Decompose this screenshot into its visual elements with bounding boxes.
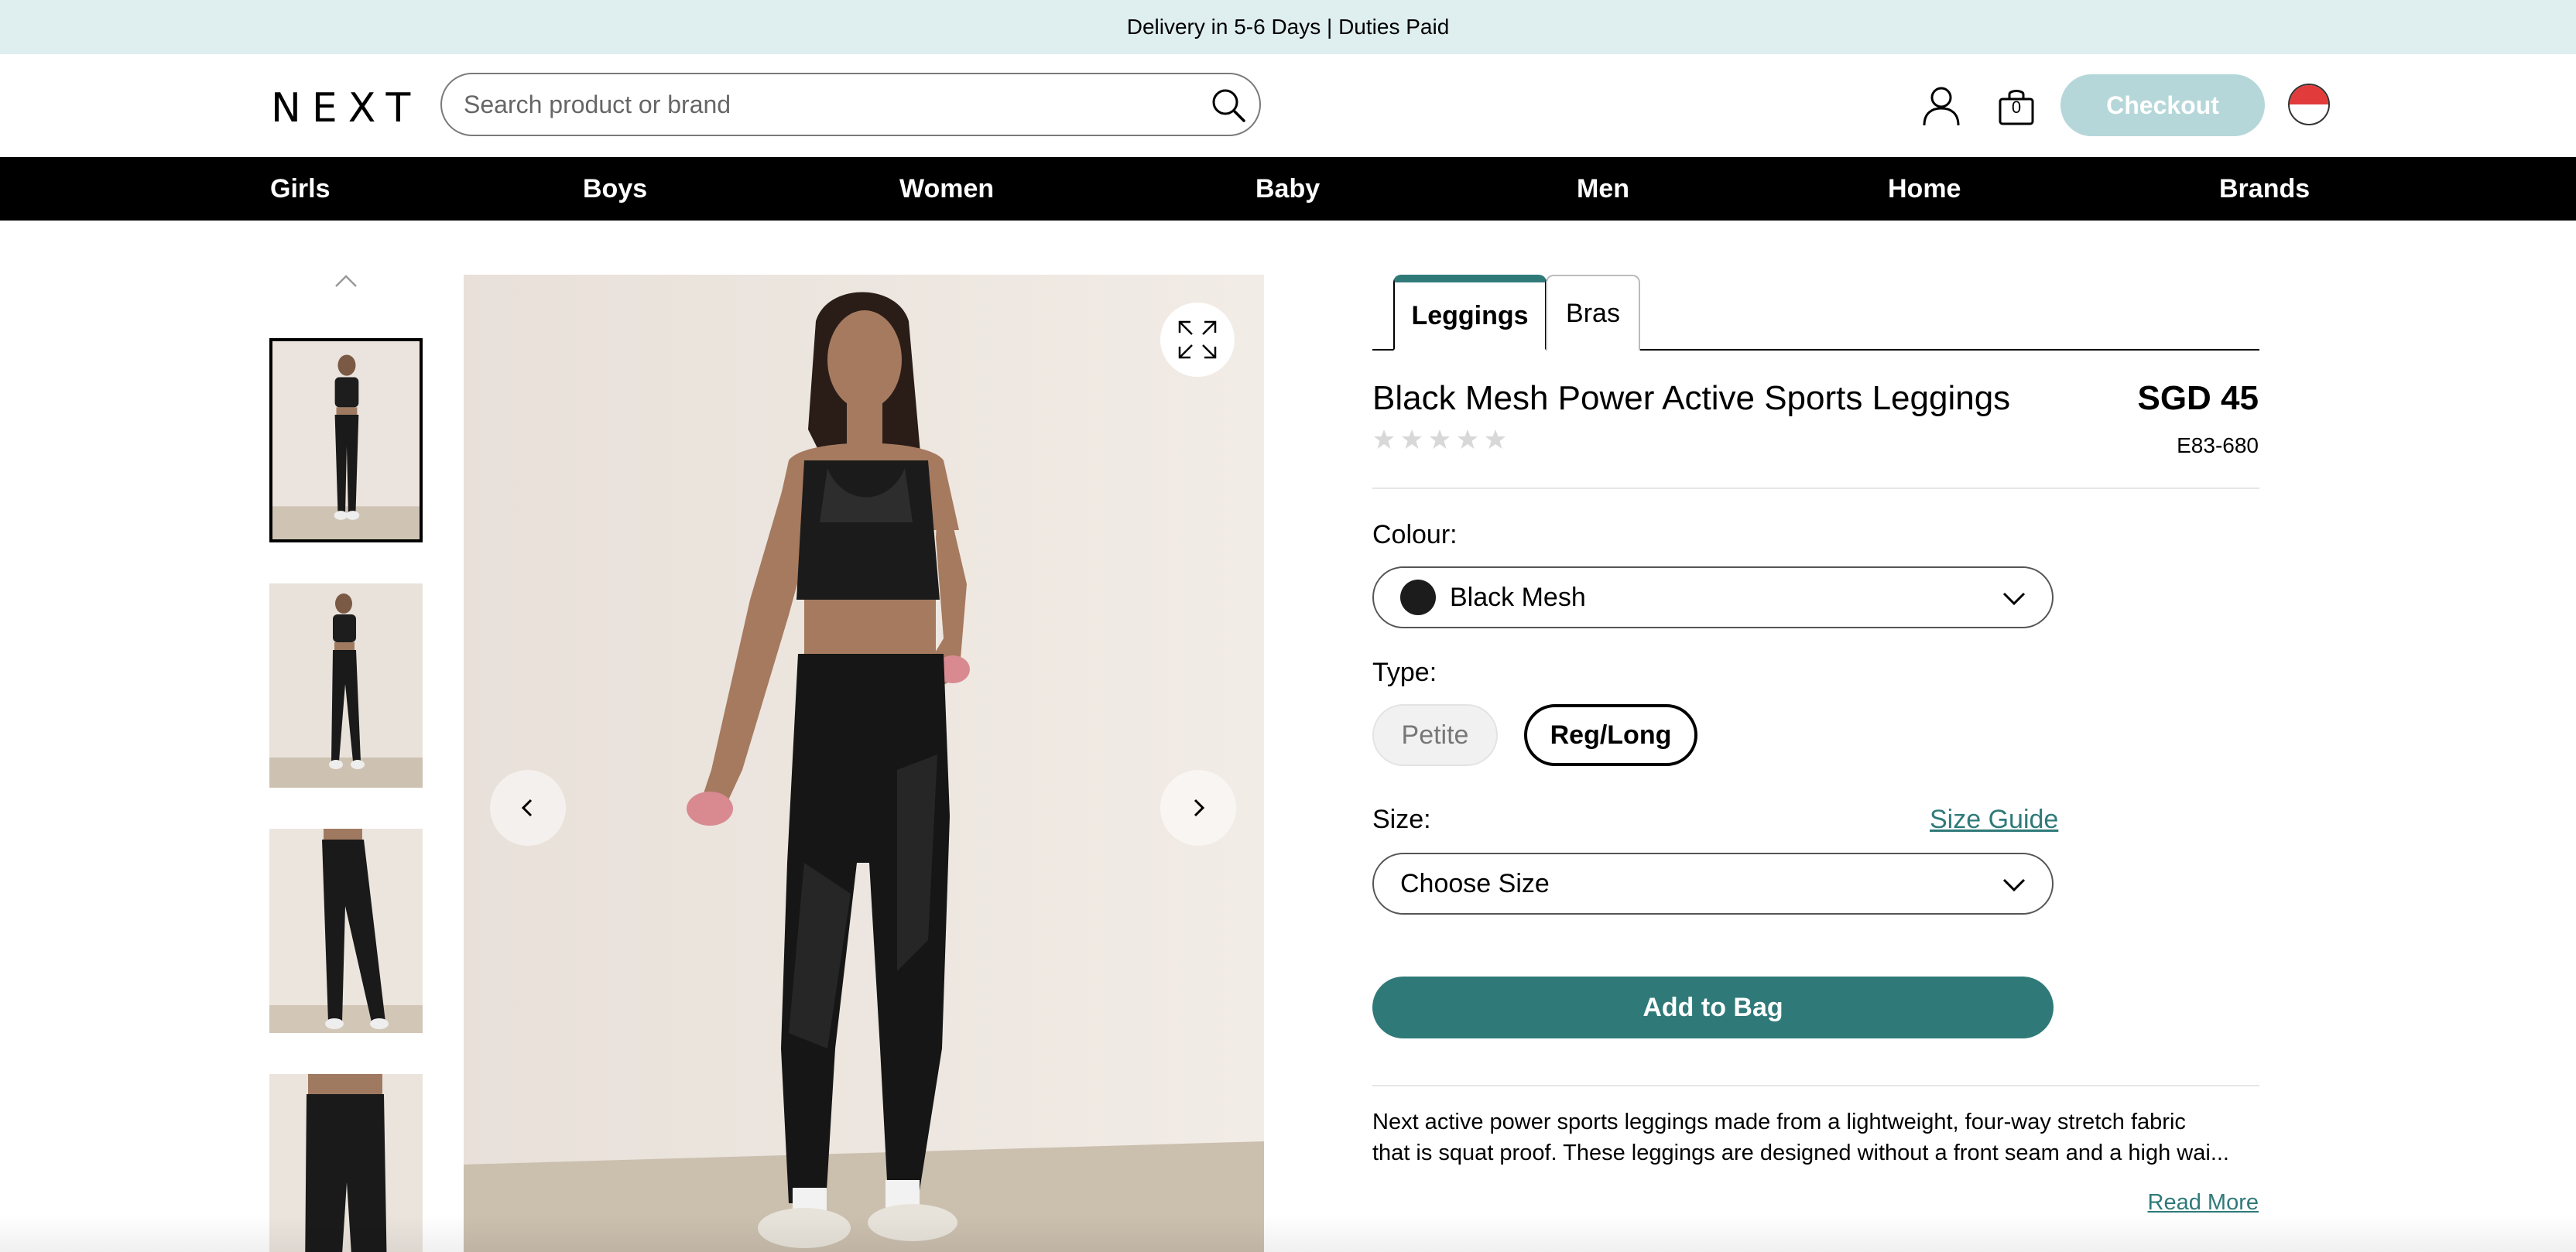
nav-item-baby[interactable]: Baby xyxy=(1255,157,1320,221)
product-description: Next active power sports leggings made f… xyxy=(1372,1107,2259,1168)
main-product-image[interactable] xyxy=(464,275,1264,1252)
chevron-left-icon xyxy=(521,799,533,817)
next-logo[interactable]: NEXT xyxy=(271,85,421,132)
nav-item-brands[interactable]: Brands xyxy=(2219,157,2310,221)
product-thumbnail-2[interactable] xyxy=(269,583,423,788)
chevron-down-icon xyxy=(2002,878,2026,892)
star-icon xyxy=(1458,429,1478,449)
product-sku: E83-680 xyxy=(2177,433,2259,457)
product-photo xyxy=(464,275,1264,1252)
next-image-button[interactable] xyxy=(1160,770,1236,846)
product-thumbnail-3[interactable] xyxy=(269,829,423,1033)
star-icon xyxy=(1485,429,1506,449)
size-guide-link[interactable]: Size Guide xyxy=(1930,805,2058,835)
type-label: Type: xyxy=(1372,658,1437,687)
country-flag-icon[interactable] xyxy=(2288,84,2330,125)
thumbnail-scroll-up-icon[interactable] xyxy=(333,272,359,289)
bottom-shadow xyxy=(0,1215,2576,1252)
product-thumbnail-1[interactable] xyxy=(269,338,423,542)
product-title: Black Mesh Power Active Sports Leggings xyxy=(1372,379,2011,417)
nav-item-girls[interactable]: Girls xyxy=(270,157,330,221)
size-select-value: Choose Size xyxy=(1400,868,1550,898)
search-bar[interactable] xyxy=(440,73,1261,136)
account-icon[interactable] xyxy=(1920,84,1963,127)
size-label: Size: xyxy=(1372,805,1431,834)
chevron-down-icon xyxy=(2002,592,2026,606)
colour-select[interactable]: Black Mesh xyxy=(1372,566,2054,628)
previous-image-button[interactable] xyxy=(490,770,566,846)
divider xyxy=(1372,1085,2259,1086)
main-navigation: Girls Boys Women Baby Men Home Brands xyxy=(0,157,2576,221)
star-icon xyxy=(1402,429,1422,449)
delivery-banner: Delivery in 5-6 Days | Duties Paid xyxy=(0,0,2576,54)
size-select[interactable]: Choose Size xyxy=(1372,853,2054,915)
star-icon xyxy=(1430,429,1450,449)
product-price: SGD 45 xyxy=(2137,379,2259,417)
star-icon xyxy=(1374,429,1394,449)
expand-icon xyxy=(1178,320,1217,359)
nav-item-boys[interactable]: Boys xyxy=(583,157,647,221)
nav-item-men[interactable]: Men xyxy=(1577,157,1629,221)
nav-item-women[interactable]: Women xyxy=(899,157,994,221)
colour-swatch xyxy=(1400,580,1436,615)
expand-image-button[interactable] xyxy=(1160,303,1235,377)
site-header: NEXT 0 Checkout xyxy=(0,54,2576,157)
type-option-reg-long[interactable]: Reg/Long xyxy=(1524,704,1697,766)
add-to-bag-button[interactable]: Add to Bag xyxy=(1372,977,2054,1038)
bag-count: 0 xyxy=(2011,97,2022,117)
tab-leggings[interactable]: Leggings xyxy=(1393,275,1547,351)
description-line: that is squat proof. These leggings are … xyxy=(1372,1141,2229,1165)
description-line: Next active power sports leggings made f… xyxy=(1372,1110,2186,1134)
chevron-right-icon xyxy=(1194,799,1205,817)
rating-stars xyxy=(1372,428,1507,451)
divider xyxy=(1372,487,2259,489)
nav-item-home[interactable]: Home xyxy=(1888,157,1961,221)
read-more-link[interactable]: Read More xyxy=(2148,1190,2259,1216)
search-icon[interactable] xyxy=(1208,85,1249,125)
checkout-button[interactable]: Checkout xyxy=(2060,74,2265,136)
delivery-banner-text: Delivery in 5-6 Days | Duties Paid xyxy=(1126,15,1450,39)
type-option-petite[interactable]: Petite xyxy=(1372,704,1498,766)
search-input[interactable] xyxy=(464,90,1207,119)
colour-value: Black Mesh xyxy=(1450,582,1586,612)
tab-bras[interactable]: Bras xyxy=(1546,275,1640,351)
colour-label: Colour: xyxy=(1372,520,1458,549)
